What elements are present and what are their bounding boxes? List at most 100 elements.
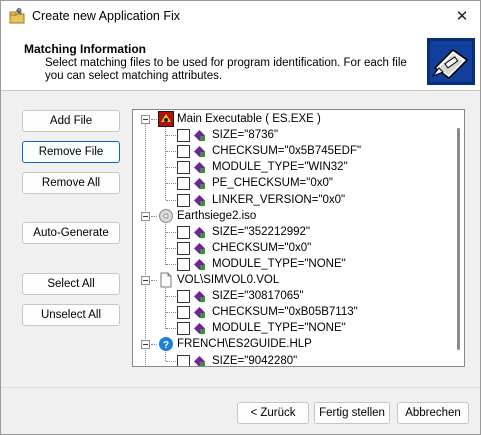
attribute-label: PE_CHECKSUM="0x0"	[212, 177, 333, 190]
tree-file-node[interactable]: Earthsiege2.iso	[133, 208, 453, 224]
attribute-checkbox[interactable]	[177, 193, 190, 207]
tree-connector	[166, 328, 176, 330]
tree-attribute-node[interactable]: CHECKSUM="0x0"	[133, 240, 453, 256]
matching-files-tree[interactable]: Main Executable ( ES.EXE ) SIZE="8736" CHE…	[132, 109, 465, 367]
unselect-all-button[interactable]: Unselect All	[22, 304, 120, 326]
tree-connector	[166, 199, 176, 201]
attribute-label: CHECKSUM="0x0"	[212, 241, 312, 254]
dialog-window: Create new Application Fix ✕ Matching In…	[0, 0, 481, 435]
wizard-header: Matching Information Select matching fil…	[1, 32, 480, 91]
tree-attribute-node[interactable]: MODULE_TYPE="NONE"	[133, 320, 453, 336]
attribute-label: MODULE_TYPE="WIN32"	[212, 161, 348, 174]
attribute-checkbox[interactable]	[177, 354, 190, 366]
attribute-icon	[193, 194, 206, 207]
tree-connector	[166, 360, 176, 362]
tree-attribute-node[interactable]: SIZE="352212992"	[133, 224, 453, 240]
tree-connector	[166, 312, 176, 314]
wizard-logo-icon	[427, 38, 475, 85]
tree-connector	[166, 135, 176, 137]
tree-attribute-node[interactable]: LINKER_VERSION="0x0"	[133, 192, 453, 208]
attribute-label: CHECKSUM="0xB05B7113"	[212, 306, 358, 319]
footer-divider	[1, 387, 480, 388]
file-name: VOL\SIMVOL0.VOL	[177, 274, 280, 286]
tree-attribute-node[interactable]: CHECKSUM="0xB05B7113"	[133, 304, 453, 320]
attribute-label: LINKER_VERSION="0x0"	[212, 193, 346, 206]
window-title: Create new Application Fix	[32, 9, 180, 23]
tree-attribute-node[interactable]: MODULE_TYPE="WIN32"	[133, 159, 453, 175]
file-name: Main Executable ( ES.EXE )	[177, 113, 321, 125]
attribute-icon	[193, 306, 206, 319]
tree-attribute-node[interactable]: SIZE="9042280"	[133, 353, 453, 367]
file-icon	[158, 272, 174, 288]
attribute-checkbox[interactable]	[177, 257, 190, 271]
executable-icon	[158, 111, 174, 127]
wrench-folder-icon	[9, 8, 25, 24]
attribute-icon	[193, 322, 206, 335]
tree-attribute-node[interactable]: SIZE="8736"	[133, 127, 453, 143]
file-name: FRENCH\ES2GUIDE.HLP	[177, 338, 312, 351]
attribute-icon	[193, 355, 206, 366]
tree-connector	[166, 296, 176, 298]
finish-button[interactable]: Fertig stellen	[314, 402, 390, 424]
attribute-icon	[193, 258, 206, 271]
file-name: Earthsiege2.iso	[177, 209, 257, 222]
attribute-label: SIZE="9042280"	[212, 354, 298, 367]
attribute-icon	[193, 129, 206, 142]
tree-connector	[166, 263, 176, 265]
attribute-icon	[193, 161, 206, 174]
tree-connector	[166, 231, 176, 233]
attribute-icon	[193, 226, 206, 239]
attribute-label: MODULE_TYPE="NONE"	[212, 257, 346, 270]
cancel-button[interactable]: Abbrechen	[397, 402, 469, 424]
tree-file-node[interactable]: Main Executable ( ES.EXE )	[133, 111, 453, 127]
tree-connector	[166, 183, 176, 185]
attribute-label: SIZE="352212992"	[212, 225, 311, 238]
tree-connector	[166, 247, 176, 249]
tree-connector	[151, 280, 157, 281]
tree-file-node[interactable]: VOL\SIMVOL0.VOL	[133, 272, 453, 288]
close-icon[interactable]: ✕	[447, 4, 477, 29]
attribute-checkbox[interactable]	[177, 290, 190, 304]
collapse-toggle-icon[interactable]	[141, 340, 150, 350]
tree-attribute-node[interactable]: SIZE="30817065"	[133, 288, 453, 304]
remove-file-button[interactable]: Remove File	[22, 141, 120, 163]
attribute-checkbox[interactable]	[177, 241, 190, 255]
tree-attribute-node[interactable]: PE_CHECKSUM="0x0"	[133, 175, 453, 191]
tree-connector	[166, 167, 176, 169]
attribute-checkbox[interactable]	[177, 177, 190, 191]
remove-all-button[interactable]: Remove All	[22, 172, 120, 194]
attribute-label: SIZE="8736"	[212, 129, 279, 142]
attribute-checkbox[interactable]	[177, 161, 190, 175]
title-bar: Create new Application Fix ✕	[1, 1, 480, 32]
collapse-toggle-icon[interactable]	[141, 211, 150, 221]
tree-attribute-node[interactable]: CHECKSUM="0x5B745EDF"	[133, 143, 453, 159]
attribute-checkbox[interactable]	[177, 306, 190, 320]
attribute-icon	[193, 290, 206, 303]
disc-image-icon	[158, 208, 174, 224]
collapse-toggle-icon[interactable]	[141, 115, 150, 124]
collapse-toggle-icon[interactable]	[141, 276, 150, 285]
page-title: Matching Information	[24, 42, 146, 56]
tree-scrollbar[interactable]	[454, 110, 464, 366]
tree-connector	[151, 215, 157, 217]
attribute-checkbox[interactable]	[177, 225, 190, 239]
tree-connector	[151, 344, 157, 346]
scrollbar-thumb[interactable]	[457, 128, 460, 350]
page-description: Select matching files to be used for pro…	[45, 57, 407, 82]
attribute-label: SIZE="30817065"	[212, 290, 304, 303]
attribute-checkbox[interactable]	[177, 129, 190, 143]
tree-attribute-node[interactable]: MODULE_TYPE="NONE"	[133, 256, 453, 272]
select-all-button[interactable]: Select All	[22, 273, 120, 295]
help-file-icon: ?	[158, 336, 174, 352]
attribute-icon	[193, 177, 206, 190]
attribute-checkbox[interactable]	[177, 322, 190, 336]
back-button[interactable]: < Zurück	[237, 402, 309, 424]
attribute-label: MODULE_TYPE="NONE"	[212, 322, 346, 335]
auto-generate-button[interactable]: Auto-Generate	[22, 222, 120, 244]
tree-file-node[interactable]: ? FRENCH\ES2GUIDE.HLP	[133, 336, 453, 352]
svg-text:?: ?	[163, 340, 169, 351]
attribute-icon	[193, 242, 206, 255]
tree-connector	[166, 151, 176, 153]
attribute-checkbox[interactable]	[177, 145, 190, 159]
add-file-button[interactable]: Add File	[22, 110, 120, 132]
